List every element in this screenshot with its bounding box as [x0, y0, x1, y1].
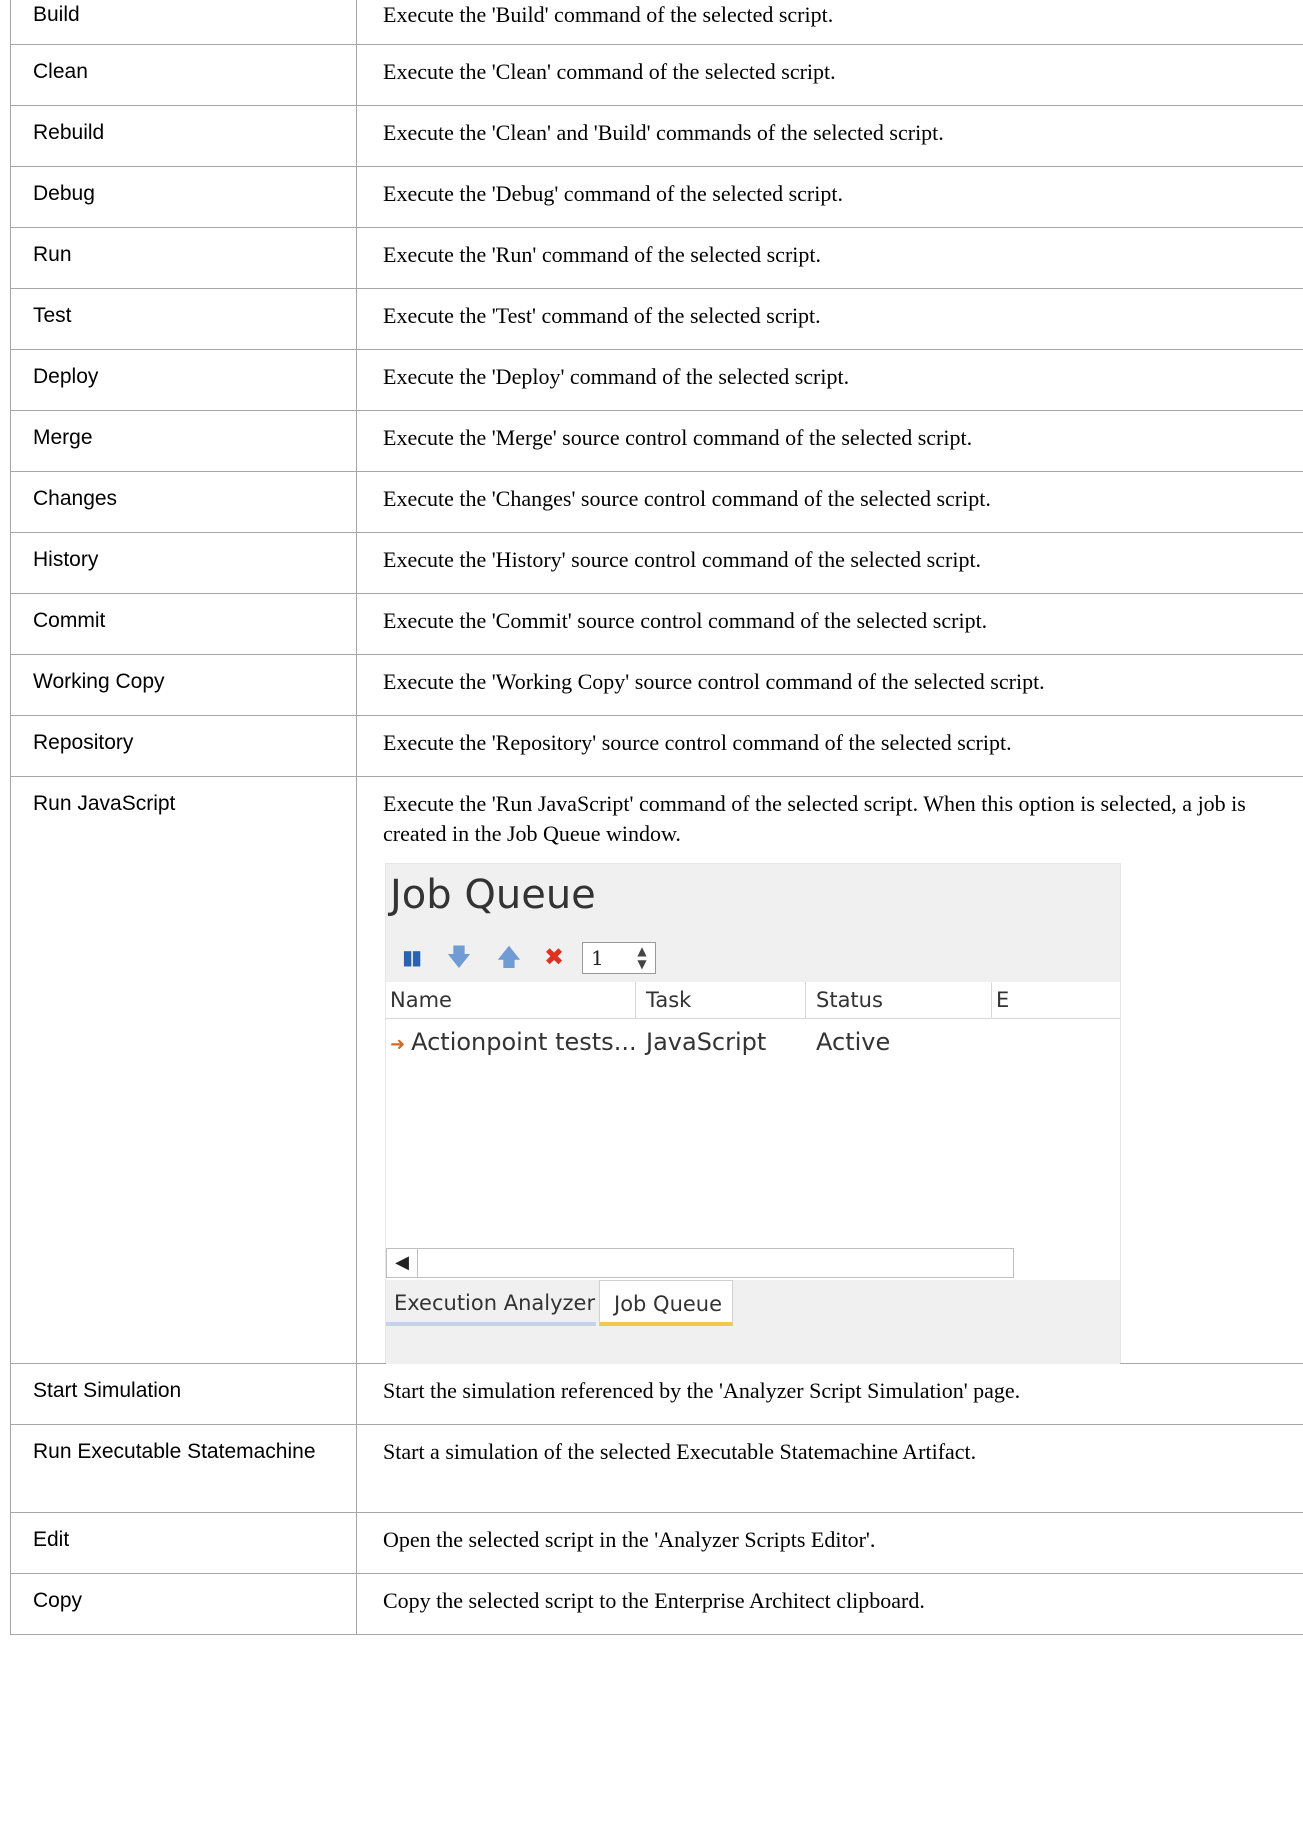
command-name: Edit — [10, 1511, 357, 1574]
table-row: Copy Copy the selected script to the Ent… — [10, 1572, 1303, 1635]
command-description: Execute the 'Debug' command of the selec… — [356, 165, 1303, 228]
table-row: History Execute the 'History' source con… — [10, 531, 1303, 594]
command-description: Start the simulation referenced by the '… — [356, 1362, 1303, 1425]
horizontal-scrollbar[interactable]: ◀ — [386, 1247, 1014, 1278]
command-name: Run — [10, 226, 357, 289]
command-description: Execute the 'History' source control com… — [356, 531, 1303, 594]
table-row: Test Execute the 'Test' command of the s… — [10, 287, 1303, 350]
command-name: Merge — [10, 409, 357, 472]
job-queue-title: Job Queue — [386, 863, 1120, 934]
command-name: Debug — [10, 165, 357, 228]
command-description: Execute the 'Repository' source control … — [356, 714, 1303, 777]
command-description: Execute the 'Clean' command of the selec… — [356, 43, 1303, 106]
pause-icon[interactable]: ▮▮ — [398, 942, 424, 972]
command-name: Copy — [10, 1572, 357, 1635]
table-row: Start Simulation Start the simulation re… — [10, 1362, 1303, 1425]
command-name: History — [10, 531, 357, 594]
command-name: Rebuild — [10, 104, 357, 167]
scroll-left-arrow-icon[interactable]: ◀ — [387, 1248, 418, 1277]
command-description: Execute the 'Clean' and 'Build' commands… — [356, 104, 1303, 167]
command-description: Execute the 'Build' command of the selec… — [356, 0, 1303, 45]
table-row: Build Execute the 'Build' command of the… — [10, 0, 1303, 45]
table-row: Commit Execute the 'Commit' source contr… — [10, 592, 1303, 655]
table-row: Merge Execute the 'Merge' source control… — [10, 409, 1303, 472]
job-list-header: Name Task Status E — [386, 981, 1120, 1019]
command-reference-table: Build Execute the 'Build' command of the… — [10, 0, 1303, 1635]
job-name: Actionpoint tests... — [411, 1027, 637, 1056]
table-row: Run Execute the 'Run' command of the sel… — [10, 226, 1303, 289]
command-name: Run Executable Statemachine — [10, 1423, 357, 1513]
table-row: Changes Execute the 'Changes' source con… — [10, 470, 1303, 533]
command-description: Execute the 'Test' command of the select… — [356, 287, 1303, 350]
table-row: Edit Open the selected script in the 'An… — [10, 1511, 1303, 1574]
delete-x-icon[interactable]: ✖ — [541, 942, 567, 972]
command-description: Copy the selected script to the Enterpri… — [356, 1572, 1303, 1635]
column-header-name[interactable]: Name — [386, 981, 636, 1018]
spinner-value: 1 — [591, 945, 604, 970]
tab-execution-analyzer[interactable]: Execution Analyzer — [386, 1280, 596, 1326]
command-name: Commit — [10, 592, 357, 655]
job-queue-window: Job Queue ▮▮ 🡇 🡅 ✖ 1 ▲ ▼ Name Task Statu… — [385, 862, 1121, 1364]
orange-right-arrow-icon: ➜ — [390, 1033, 406, 1055]
table-row: Rebuild Execute the 'Clean' and 'Build' … — [10, 104, 1303, 167]
job-status: Active — [816, 1027, 891, 1056]
command-description: Execute the 'Merge' source control comma… — [356, 409, 1303, 472]
command-name: Run JavaScript — [10, 775, 357, 1364]
command-name: Changes — [10, 470, 357, 533]
window-tab-strip: Execution Analyzer Job Queue — [386, 1279, 1120, 1364]
command-description: Execute the 'Deploy' command of the sele… — [356, 348, 1303, 411]
command-name: Clean — [10, 43, 357, 106]
command-description: Execute the 'Changes' source control com… — [356, 470, 1303, 533]
command-description: Execute the 'Working Copy' source contro… — [356, 653, 1303, 716]
tab-job-queue[interactable]: Job Queue — [599, 1279, 733, 1326]
column-header-task[interactable]: Task — [636, 981, 806, 1018]
table-row: Repository Execute the 'Repository' sour… — [10, 714, 1303, 777]
command-description: Execute the 'Commit' source control comm… — [356, 592, 1303, 655]
command-description: Execute the 'Run' command of the selecte… — [356, 226, 1303, 289]
job-count-spinner[interactable]: 1 ▲ ▼ — [582, 941, 656, 974]
table-row: Working Copy Execute the 'Working Copy' … — [10, 653, 1303, 716]
table-row: Clean Execute the 'Clean' command of the… — [10, 43, 1303, 106]
job-queue-toolbar: ▮▮ 🡇 🡅 ✖ 1 ▲ ▼ — [386, 933, 1120, 982]
job-task: JavaScript — [646, 1027, 767, 1056]
column-header-truncated[interactable]: E — [992, 982, 1022, 1018]
table-row: Run JavaScript Execute the 'Run JavaScri… — [10, 775, 1303, 1364]
command-name: Build — [10, 0, 357, 45]
table-row: Deploy Execute the 'Deploy' command of t… — [10, 348, 1303, 411]
move-down-arrow-icon[interactable]: 🡇 — [446, 942, 472, 972]
command-description: Open the selected script in the 'Analyze… — [356, 1511, 1303, 1574]
command-name: Repository — [10, 714, 357, 777]
move-up-arrow-icon[interactable]: 🡅 — [496, 942, 522, 972]
command-description-cell: Execute the 'Run JavaScript' command of … — [356, 775, 1303, 1364]
command-name: Start Simulation — [10, 1362, 357, 1425]
command-description: Start a simulation of the selected Execu… — [356, 1423, 1303, 1513]
job-name-cell: ➜ Actionpoint tests... — [390, 1022, 637, 1065]
spinner-arrows-icon[interactable]: ▲ ▼ — [635, 944, 649, 971]
table-row: Run Executable Statemachine Start a simu… — [10, 1423, 1303, 1513]
column-header-status[interactable]: Status — [806, 981, 992, 1018]
job-row[interactable]: ➜ Actionpoint tests... JavaScript Active — [386, 1022, 1120, 1062]
command-name: Deploy — [10, 348, 357, 411]
command-name: Test — [10, 287, 357, 350]
command-description: Execute the 'Run JavaScript' command of … — [383, 790, 1246, 846]
command-name: Working Copy — [10, 653, 357, 716]
table-row: Debug Execute the 'Debug' command of the… — [10, 165, 1303, 228]
